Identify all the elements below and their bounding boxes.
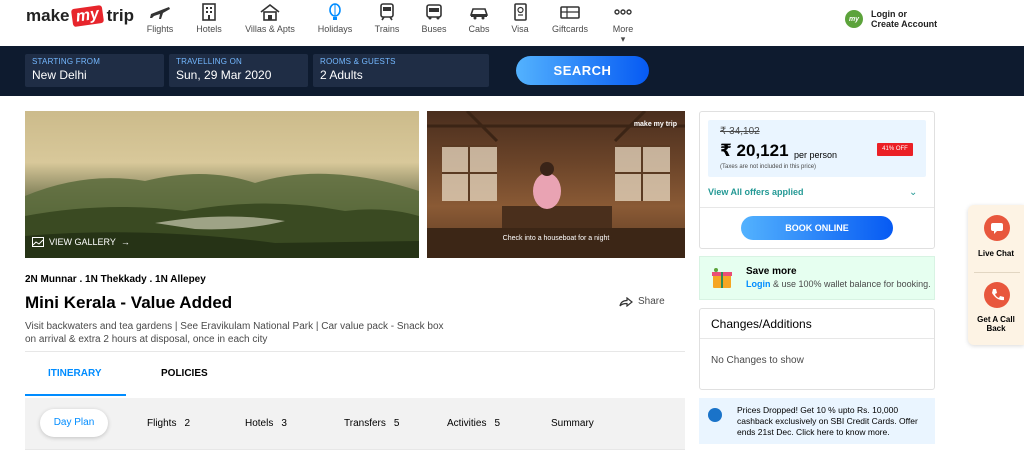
discount-badge: 41% OFF bbox=[877, 143, 913, 156]
active-tab-indicator bbox=[25, 394, 126, 396]
phone-icon[interactable] bbox=[984, 282, 1010, 308]
divider bbox=[974, 272, 1020, 273]
share-icon bbox=[619, 296, 633, 307]
per-person-label: per person bbox=[794, 150, 838, 160]
original-price: ₹ 34,102 bbox=[720, 126, 760, 137]
nav-holidays[interactable]: Holidays bbox=[305, 3, 365, 34]
changes-empty-text: No Changes to show bbox=[711, 355, 804, 366]
gallery-main-image[interactable]: VIEW GALLERY → bbox=[25, 111, 419, 258]
train-icon bbox=[380, 3, 394, 21]
book-online-button[interactable]: BOOK ONLINE bbox=[741, 216, 893, 240]
starting-from-field[interactable]: STARTING FROM New Delhi bbox=[25, 54, 164, 87]
view-offers-link[interactable]: View All offers applied bbox=[708, 187, 804, 197]
divider bbox=[25, 351, 685, 352]
nav-hotels[interactable]: Hotels bbox=[179, 3, 239, 34]
divider bbox=[700, 207, 934, 208]
bus-icon bbox=[426, 4, 442, 20]
mmt-badge-icon: my bbox=[845, 10, 863, 28]
chevron-down-icon: ▾ bbox=[620, 34, 626, 44]
get-call-back-label[interactable]: Get A Call Back bbox=[968, 315, 1024, 333]
giftcard-icon bbox=[560, 6, 580, 19]
chevron-down-icon[interactable]: ⌄ bbox=[909, 187, 917, 198]
landscape-image bbox=[25, 173, 419, 258]
gift-wallet-icon bbox=[712, 268, 732, 288]
rooms-guests-field[interactable]: ROOMS & GUESTS 2 Adults bbox=[313, 54, 489, 87]
dayplan-transfers[interactable]: Transfers 5 bbox=[344, 418, 399, 429]
gallery-icon bbox=[32, 237, 44, 247]
taxes-note: (Taxes are not included in this price) bbox=[720, 164, 817, 170]
dayplan-summary[interactable]: Summary bbox=[551, 418, 594, 429]
package-description: Visit backwaters and tea gardens | See E… bbox=[25, 321, 444, 345]
live-chat-label[interactable]: Live Chat bbox=[968, 249, 1024, 258]
login-create-account[interactable]: my Login or Create Account bbox=[845, 9, 937, 29]
villa-icon bbox=[260, 3, 280, 21]
current-price: ₹ 20,121 bbox=[720, 141, 789, 160]
day-plan-tab[interactable]: Day Plan bbox=[40, 409, 108, 437]
package-duration: 2N Munnar . 1N Thekkady . 1N Allepey bbox=[25, 274, 206, 285]
nav-giftcards[interactable]: Giftcards bbox=[540, 3, 600, 34]
gallery-caption: Check into a houseboat for a night bbox=[502, 235, 610, 242]
arrow-right-icon: → bbox=[120, 237, 130, 247]
gallery-side-image[interactable]: make my trip Check into a houseboat for … bbox=[427, 111, 685, 258]
hotel-icon bbox=[202, 3, 216, 21]
offer-tag-icon bbox=[708, 408, 722, 422]
plane-icon bbox=[150, 7, 170, 19]
tab-policies[interactable]: POLICIES bbox=[161, 368, 208, 379]
save-more-title: Save more bbox=[746, 266, 797, 277]
top-nav: make my trip Flights Hotels Villas & Apt… bbox=[0, 0, 1024, 46]
travelling-on-field[interactable]: TRAVELLING ON Sun, 29 Mar 2020 bbox=[169, 54, 308, 87]
view-gallery-button[interactable]: VIEW GALLERY → bbox=[32, 237, 130, 247]
save-more-text: Login & use 100% wallet balance for book… bbox=[746, 279, 931, 289]
passport-icon bbox=[514, 3, 527, 21]
share-button[interactable]: Share bbox=[619, 296, 665, 307]
more-icon bbox=[614, 9, 632, 15]
balloon-icon bbox=[329, 3, 341, 20]
nav-more[interactable]: More ▾ bbox=[593, 3, 653, 45]
login-link[interactable]: Login bbox=[746, 279, 771, 289]
changes-title: Changes/Additions bbox=[711, 317, 812, 331]
tab-itinerary[interactable]: ITINERARY bbox=[48, 368, 102, 379]
mmt-watermark: make my trip bbox=[633, 121, 677, 128]
cab-icon bbox=[469, 8, 489, 20]
dayplan-flights[interactable]: Flights 2 bbox=[147, 418, 190, 429]
dayplan-activities[interactable]: Activities 5 bbox=[447, 418, 500, 429]
divider bbox=[700, 338, 934, 339]
price-drop-text: Prices Dropped! Get 10 % upto Rs. 10,000… bbox=[737, 405, 918, 437]
search-button[interactable]: SEARCH bbox=[516, 56, 649, 85]
makemytrip-logo[interactable]: make my trip bbox=[26, 4, 134, 28]
package-title: Mini Kerala - Value Added bbox=[25, 293, 233, 312]
live-chat-icon[interactable] bbox=[984, 215, 1010, 241]
dayplan-hotels[interactable]: Hotels 3 bbox=[245, 418, 287, 429]
nav-villas[interactable]: Villas & Apts bbox=[240, 3, 300, 34]
save-more-banner bbox=[699, 256, 935, 300]
